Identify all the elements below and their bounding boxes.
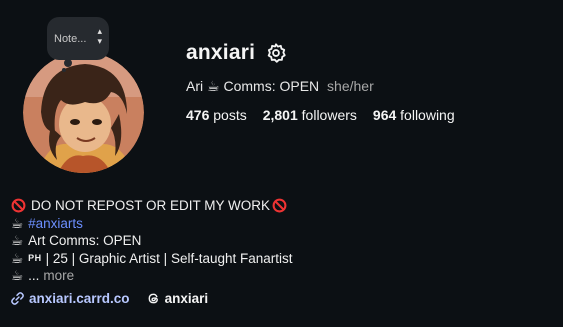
note-placeholder: Note... [54,32,87,45]
note-bubble-tail-small [62,68,66,72]
followers-count: 2,801 [262,107,298,123]
followers-stat[interactable]: 2,801 followers [263,107,357,123]
posts-count: 476 [186,107,210,123]
following-count: 964 [372,107,397,123]
website-link-text: anxiari.carrd.co [29,291,130,306]
following-stat[interactable]: 964 following [373,107,455,123]
note-expand-icon: ▴ ▾ [97,26,102,46]
bio-more-button[interactable]: more [43,267,74,285]
profile-stats: 476 posts 2,801 followers 964 following [186,107,455,123]
hot-beverage-emoji-icon: ☕ [11,268,24,283]
link-icon [11,292,24,305]
followers-label: followers [301,107,357,123]
pronouns: she/her [327,78,374,94]
following-label: following [400,107,455,123]
bio-line: ☕ #anxiarts [11,215,293,233]
bio-line: ☕ Art Comms: OPEN [11,232,293,250]
hot-beverage-emoji-icon: ☕ [207,78,224,94]
username-row: anxiari [186,41,287,65]
threads-icon [148,293,158,304]
name-suffix: Comms: OPEN [223,78,320,94]
note-bubble[interactable]: Note... ▴ ▾ [47,17,109,60]
bio-hashtag-link[interactable]: #anxiarts [28,215,83,233]
username: anxiari [186,41,256,64]
threads-link-text: anxiari [164,291,209,306]
hot-beverage-emoji-icon: ☕ [11,233,24,248]
prohibited-emoji-icon [11,198,26,213]
profile-bio: DO NOT REPOST OR EDIT MY WORK ☕ #anxiart… [11,197,293,285]
bio-text: DO NOT REPOST OR EDIT MY WORK [31,198,271,213]
avatar-image [23,52,144,173]
bio-line: ☕ ... more [11,267,293,285]
bio-line: ☕ PH | 25 | Graphic Artist | Self-taught… [11,250,293,268]
note-bubble-tail [64,59,72,67]
posts-label: posts [213,107,247,123]
threads-link[interactable]: anxiari [146,291,209,306]
hot-beverage-emoji-icon: ☕ [11,215,24,231]
website-link[interactable]: anxiari.carrd.co [10,291,130,306]
bio-line: DO NOT REPOST OR EDIT MY WORK [11,197,293,215]
philippines-flag-tag: PH [28,252,42,263]
bio-text: Art Comms: OPEN [28,233,142,248]
display-name: Ari [186,78,204,94]
profile-avatar[interactable] [23,52,144,173]
prohibited-emoji-icon [272,198,287,213]
profile-links: anxiari.carrd.co anxiari [10,291,208,306]
posts-stat: 476 posts [186,107,247,123]
display-name-line: Ari ☕ Comms: OPEN she/her [186,78,374,95]
bio-text: | 25 | Graphic Artist | Self-taught Fana… [45,250,293,266]
bio-ellipsis: ... [28,268,40,283]
hot-beverage-emoji-icon: ☕ [11,250,24,266]
gear-icon[interactable] [265,42,287,64]
